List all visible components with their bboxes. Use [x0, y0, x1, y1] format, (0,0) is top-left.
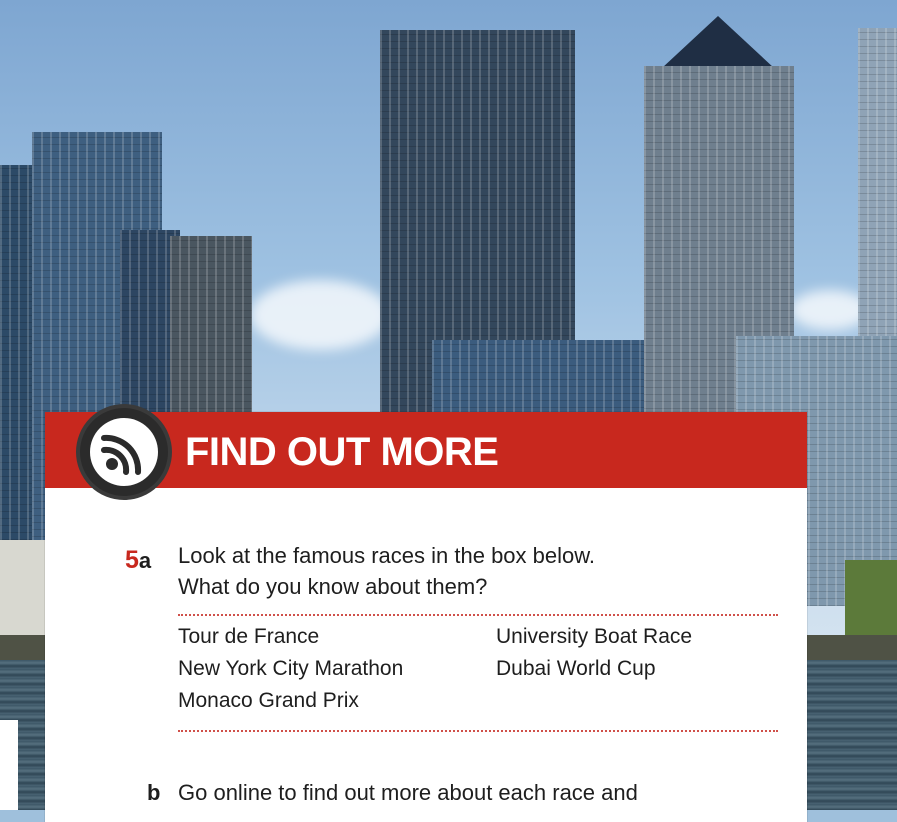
broadcast-icon-graphic — [101, 434, 142, 475]
race-item: Monaco Grand Prix — [178, 689, 359, 712]
race-item: Tour de France — [178, 625, 320, 648]
race-item: University Boat Race — [496, 625, 693, 648]
pyramid-roof — [662, 16, 774, 68]
cloud — [250, 280, 390, 350]
broadcast-icon — [76, 404, 172, 500]
building — [432, 340, 654, 415]
exercise-5a-line2: What do you know about them? — [178, 574, 488, 599]
exercise-number: 5 — [125, 546, 139, 574]
exercise-b-text: Go online to find out more about each ra… — [178, 780, 638, 805]
exercise-5a-text: Look at the famous races in the box belo… — [178, 540, 595, 602]
icon-circle — [90, 418, 158, 486]
box-top-border — [178, 614, 778, 616]
race-item: Dubai World Cup — [496, 657, 656, 680]
exercise-letter: a — [138, 548, 152, 573]
building — [858, 28, 897, 348]
exercise-5a-prompt: 5a — [125, 545, 151, 576]
race-item: New York City Marathon — [178, 657, 404, 680]
building — [170, 236, 252, 416]
section-title: FIND OUT MORE — [185, 430, 499, 474]
exercise-b-letter: b — [147, 780, 161, 805]
trees — [845, 560, 897, 640]
page-edge — [0, 720, 18, 810]
box-bottom-border — [178, 730, 778, 732]
exercise-5a-line1: Look at the famous races in the box belo… — [178, 543, 596, 568]
